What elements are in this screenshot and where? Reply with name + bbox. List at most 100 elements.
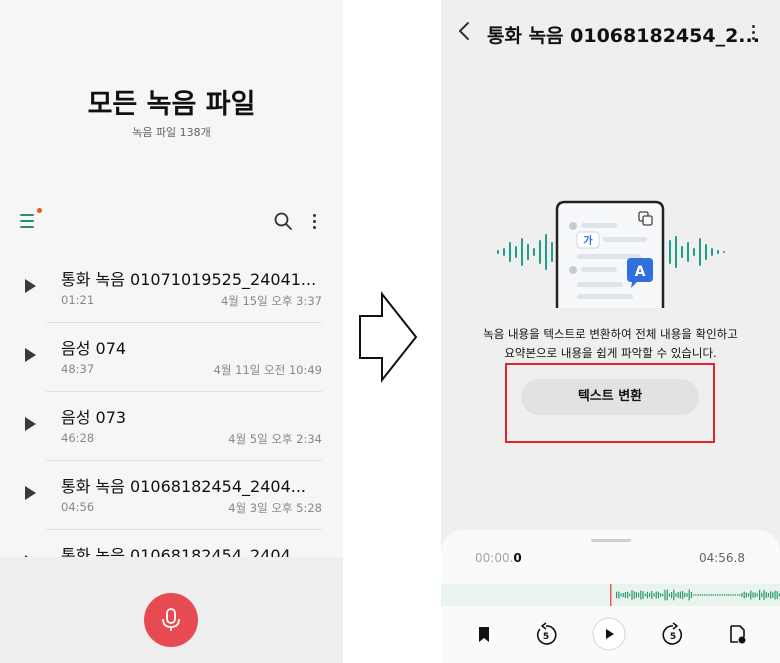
play-icon (592, 617, 626, 651)
waveform-bar (675, 593, 677, 597)
waveform-bar (721, 594, 723, 596)
waveform-bar (772, 592, 774, 598)
page-title: 통화 녹음 01068182454_2... (487, 25, 760, 47)
waveform-bar (660, 593, 662, 597)
recording-date: 4월 11일 오전 10:49 (213, 363, 322, 377)
waveform-bar (763, 590, 765, 600)
arrow-right-icon (359, 291, 418, 383)
waveform-bar (644, 593, 646, 597)
recording-detail-screen: 통화 녹음 01068182454_2... 가 A 녹음 내용을 텍스트로 변… (441, 0, 780, 663)
waveform-bar (638, 592, 640, 598)
waveform-bar (706, 594, 708, 596)
waveform-bar (699, 594, 701, 596)
waveform-bar (770, 591, 772, 599)
waveform-bar (748, 593, 750, 597)
forward-5-button[interactable]: 5 (656, 617, 690, 651)
bookmark-icon[interactable] (467, 617, 501, 651)
waveform-bar (717, 594, 719, 596)
comparison-stage: 모든 녹음 파일 녹음 파일 138개 통화 녹음 01071019525_24… (0, 0, 780, 663)
waveform-bar (653, 593, 655, 597)
waveform-bar (715, 594, 717, 596)
more-vertical-icon[interactable] (308, 211, 322, 231)
waveform-bar (745, 592, 747, 598)
waveform-bar (719, 594, 721, 596)
korean-glyph: 가 (583, 234, 593, 247)
waveform-bar (767, 592, 769, 598)
waveform-bar (728, 594, 730, 596)
play-icon[interactable] (25, 486, 36, 500)
waveform-bar (752, 592, 754, 598)
waveform-bar (627, 591, 629, 599)
waveform-bar (712, 594, 714, 596)
waveform-bar (695, 594, 697, 596)
waveform-bar (765, 591, 767, 599)
waveform-bar (640, 590, 642, 600)
recording-name: 통화 녹음 01068182454_2404 (61, 546, 291, 557)
waveform-bar (750, 590, 752, 600)
waveform-bar (697, 594, 699, 596)
waveform-bar (734, 594, 736, 596)
waveform-bar (620, 593, 622, 597)
waveform-bar (624, 592, 626, 598)
waveform-bar (741, 592, 743, 598)
mic-icon (162, 608, 180, 631)
recording-list: 통화 녹음 01071019525_24041... 01:21 4월 15일 … (0, 254, 343, 557)
waveform-bar (622, 592, 624, 598)
waveform-bar (673, 589, 675, 601)
play-icon[interactable] (25, 348, 36, 362)
waveform-scrubber[interactable] (441, 584, 780, 606)
recording-date: 4월 5일 오후 2:34 (228, 432, 322, 446)
list-item[interactable]: 통화 녹음 01068182454_2404... 04:56 4월 3일 오후… (0, 461, 343, 530)
export-file-icon[interactable] (720, 617, 754, 651)
list-item[interactable]: 통화 녹음 01071019525_24041... 01:21 4월 15일 … (0, 254, 343, 323)
recording-date: 4월 15일 오후 3:37 (220, 294, 322, 308)
forward-5-icon: 5 (662, 622, 683, 645)
recording-date: 4월 3일 오후 5:28 (228, 501, 322, 515)
waveform-bar (774, 590, 776, 600)
record-button[interactable] (144, 593, 198, 647)
waveform-bar (679, 591, 681, 599)
list-item[interactable]: 음성 073 46:28 4월 5일 오후 2:34 (0, 392, 343, 461)
recording-duration: 48:37 (61, 362, 95, 376)
recording-count: 녹음 파일 138개 (132, 126, 211, 139)
search-icon[interactable] (273, 211, 293, 231)
menu-icon[interactable] (20, 208, 42, 230)
waveform-bar (704, 594, 706, 596)
rewind-5-button[interactable]: 5 (529, 617, 563, 651)
svg-text:5: 5 (670, 632, 676, 642)
recording-duration: 04:56 (61, 500, 95, 514)
waveform-bar (690, 591, 692, 599)
current-time: 00:00.0 (475, 551, 522, 565)
waveform-bar (629, 593, 631, 597)
list-item[interactable]: 음성 074 48:37 4월 11일 오전 10:49 (0, 323, 343, 392)
waveform-bar (701, 594, 703, 596)
transcription-description: 녹음 내용을 텍스트로 변환하여 전체 내용을 확인하고 요약본으로 내용을 쉽… (441, 325, 780, 363)
waveform-bar (662, 593, 664, 597)
waveform-bar (756, 593, 758, 597)
waveform-bar (664, 589, 666, 601)
play-icon[interactable] (25, 279, 36, 293)
chevron-left-icon[interactable] (457, 20, 471, 42)
list-item[interactable]: 통화 녹음 01068182454_2404 (0, 530, 343, 557)
description-line: 요약본으로 내용을 쉽게 파악할 수 있습니다. (504, 346, 717, 360)
waveform-bar (642, 591, 644, 599)
recording-name: 통화 녹음 01068182454_2404... (61, 477, 307, 496)
waveform-bar (776, 591, 778, 599)
waveform-bar (723, 594, 725, 596)
waveform-bar (761, 592, 763, 598)
waveform-bar (732, 594, 734, 596)
waveform-bar (635, 592, 637, 598)
waveform-bar (649, 592, 651, 598)
drag-handle[interactable] (591, 539, 631, 542)
highlight-box (505, 363, 715, 443)
waveform-bar (759, 589, 761, 601)
more-vertical-icon[interactable] (749, 22, 759, 42)
waveform-bar (682, 590, 684, 600)
page-title: 모든 녹음 파일 (87, 89, 256, 120)
waveform-bar (651, 590, 653, 600)
play-icon[interactable] (25, 417, 36, 431)
play-button[interactable] (592, 617, 626, 651)
waveform-bar (739, 594, 741, 596)
waveform-bar (616, 591, 618, 599)
waveform-bar (671, 592, 673, 598)
